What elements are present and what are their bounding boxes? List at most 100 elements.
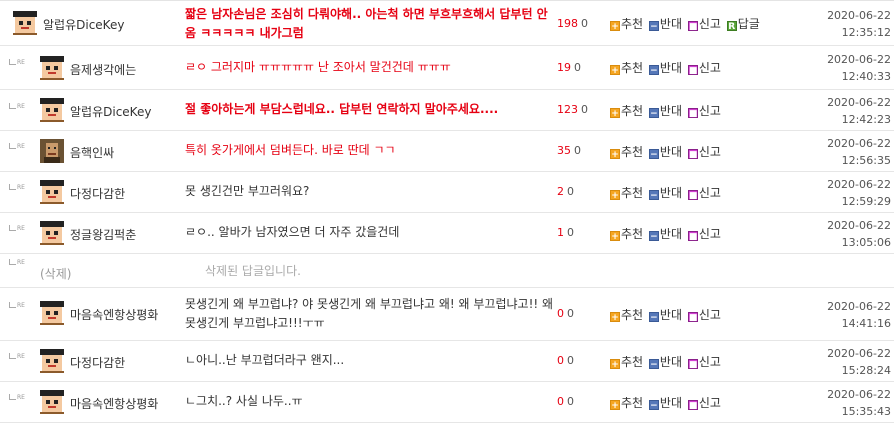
oppose-count: 0 — [567, 354, 574, 367]
comment-actions: + 추천 − 반대 ■신고 — [610, 225, 723, 242]
report-label: 신고 — [698, 186, 721, 200]
comment-row: RE 마음속엔항상평화 ㄴ그치..? 사실 나두..ㅠ 00 + 추천 − 반대 ■… — [0, 382, 894, 423]
nickname[interactable]: 다정다감한 — [70, 354, 125, 371]
avatar[interactable] — [40, 301, 64, 325]
oppose-count: 0 — [574, 61, 581, 74]
recommend-count: 2 — [557, 185, 564, 198]
reply-marker-icon: RE — [9, 143, 25, 150]
recommend-count: 1 — [557, 226, 564, 239]
recommend-button[interactable]: + 추천 — [610, 394, 643, 411]
report-button[interactable]: ■신고 — [687, 59, 721, 76]
oppose-count: 0 — [567, 185, 574, 198]
minus-icon: − — [648, 21, 659, 32]
oppose-count: 0 — [567, 307, 574, 320]
avatar[interactable] — [40, 390, 64, 414]
recommend-button[interactable]: + 추천 — [610, 306, 643, 323]
oppose-label: 반대 — [659, 104, 683, 118]
timestamp: 2020-06-22 12:59:29 — [805, 176, 891, 210]
report-button[interactable]: ■신고 — [687, 225, 721, 242]
avatar[interactable] — [13, 11, 37, 35]
oppose-button[interactable]: − 반대 — [648, 394, 682, 411]
comment-row: RE 다정다감한 못 생긴건만 부끄러워요? 20 + 추천 − 반대 ■신고 20… — [0, 172, 894, 213]
nickname[interactable]: 다정다감한 — [70, 185, 125, 202]
reply-button[interactable]: R 답글 — [726, 15, 760, 32]
date-text: 2020-06-22 — [827, 137, 891, 150]
recommend-button[interactable]: + 추천 — [610, 353, 643, 370]
oppose-button[interactable]: − 반대 — [648, 184, 683, 201]
vote-counts: 20 — [557, 185, 605, 198]
oppose-button[interactable]: − 반대 — [648, 225, 682, 242]
date-text: 2020-06-22 — [827, 388, 891, 401]
avatar[interactable] — [40, 180, 64, 204]
oppose-button[interactable]: − 반대 — [648, 143, 682, 160]
recommend-button[interactable]: + 추천 — [610, 225, 643, 242]
nickname[interactable]: 음핵인싸 — [70, 144, 114, 161]
vote-counts: 10 — [557, 226, 605, 239]
comment-row-deleted: RE (삭제) 삭제된 답글입니다. — [0, 254, 894, 288]
avatar[interactable] — [40, 221, 64, 245]
nickname[interactable]: 음제생각에는 — [70, 61, 136, 78]
recommend-label: 추천 — [621, 186, 644, 200]
comment-text: ㄴ그치..? 사실 나두..ㅠ — [185, 394, 303, 408]
nickname[interactable]: 알럽유DiceKey — [43, 16, 124, 33]
report-icon: ■ — [687, 190, 698, 201]
comment-text: ㄹㅇ.. 알바가 남자였으면 더 자주 갔을건데 — [185, 225, 400, 239]
avatar[interactable] — [40, 98, 64, 122]
recommend-button[interactable]: + 추천 — [610, 184, 643, 201]
oppose-button[interactable]: − 반대 — [648, 353, 682, 370]
nickname[interactable]: 마음속엔항상평화 — [70, 395, 158, 412]
pixel-face-icon — [40, 390, 64, 414]
pixel-face-icon — [40, 56, 64, 80]
report-button[interactable]: ■신고 — [687, 353, 721, 370]
date-text: 2020-06-22 — [827, 9, 891, 22]
time-text: 12:56:35 — [841, 154, 891, 167]
date-text: 2020-06-22 — [827, 178, 891, 191]
oppose-button[interactable]: − 반대 — [648, 102, 683, 119]
oppose-button[interactable]: − 반대 — [648, 59, 682, 76]
report-button[interactable]: ■신고 — [687, 394, 721, 411]
recommend-button[interactable]: + 추천 — [610, 102, 643, 119]
report-button[interactable]: ■신고 — [687, 102, 721, 119]
comment-text: 못생긴게 왜 부끄럽냐? 야 못생긴게 왜 부끄럽냐고 왜! 왜 부끄럽냐고!!… — [185, 297, 554, 330]
minus-icon: − — [648, 190, 659, 201]
comment-row: RE 정글왕김퍽춘 ㄹㅇ.. 알바가 남자였으면 더 자주 갔을건데 10 + 추… — [0, 213, 894, 254]
time-text: 15:35:43 — [841, 405, 891, 418]
recommend-button[interactable]: + 추천 — [610, 59, 643, 76]
minus-icon: − — [648, 231, 659, 242]
comment-actions: + 추천 − 반대 ■신고 — [610, 184, 723, 201]
timestamp: 2020-06-22 14:41:16 — [805, 298, 891, 332]
reply-marker-icon: RE — [9, 259, 25, 266]
oppose-label: 반대 — [659, 186, 683, 200]
report-label: 신고 — [698, 227, 721, 241]
recommend-button[interactable]: + 추천 — [610, 143, 643, 160]
oppose-count: 0 — [581, 17, 588, 30]
reply-marker-icon: RE — [9, 59, 25, 66]
avatar[interactable] — [40, 349, 64, 373]
report-button[interactable]: ■신고 — [687, 306, 721, 323]
nickname[interactable]: 마음속엔항상평화 — [70, 306, 158, 323]
oppose-label: 반대 — [659, 308, 683, 322]
report-button[interactable]: ■신고 — [687, 15, 721, 32]
plus-icon: + — [610, 65, 620, 76]
nickname[interactable]: 정글왕김퍽춘 — [70, 226, 136, 243]
plus-icon: + — [610, 108, 620, 119]
date-text: 2020-06-22 — [827, 300, 891, 313]
comment-actions: + 추천 − 반대 ■신고 — [610, 306, 723, 323]
vote-counts: 35 0 — [557, 144, 605, 157]
avatar[interactable] — [40, 56, 64, 80]
recommend-button[interactable]: + 추천 — [610, 15, 643, 32]
nickname[interactable]: 알럽유DiceKey — [70, 103, 151, 120]
avatar[interactable] — [40, 139, 64, 163]
report-button[interactable]: ■신고 — [687, 143, 721, 160]
oppose-button[interactable]: − 반대 — [648, 15, 682, 32]
report-button[interactable]: ■신고 — [687, 184, 721, 201]
recommend-label: 추천 — [621, 227, 644, 241]
pixel-face-icon — [40, 349, 64, 373]
oppose-button[interactable]: − 반대 — [648, 306, 683, 323]
plus-icon: + — [610, 21, 620, 32]
minus-icon: − — [648, 108, 659, 119]
vote-counts: 00 — [557, 307, 605, 320]
vote-counts: 00 — [557, 395, 605, 408]
recommend-label: 추천 — [621, 396, 644, 410]
date-text: 2020-06-22 — [827, 219, 891, 232]
